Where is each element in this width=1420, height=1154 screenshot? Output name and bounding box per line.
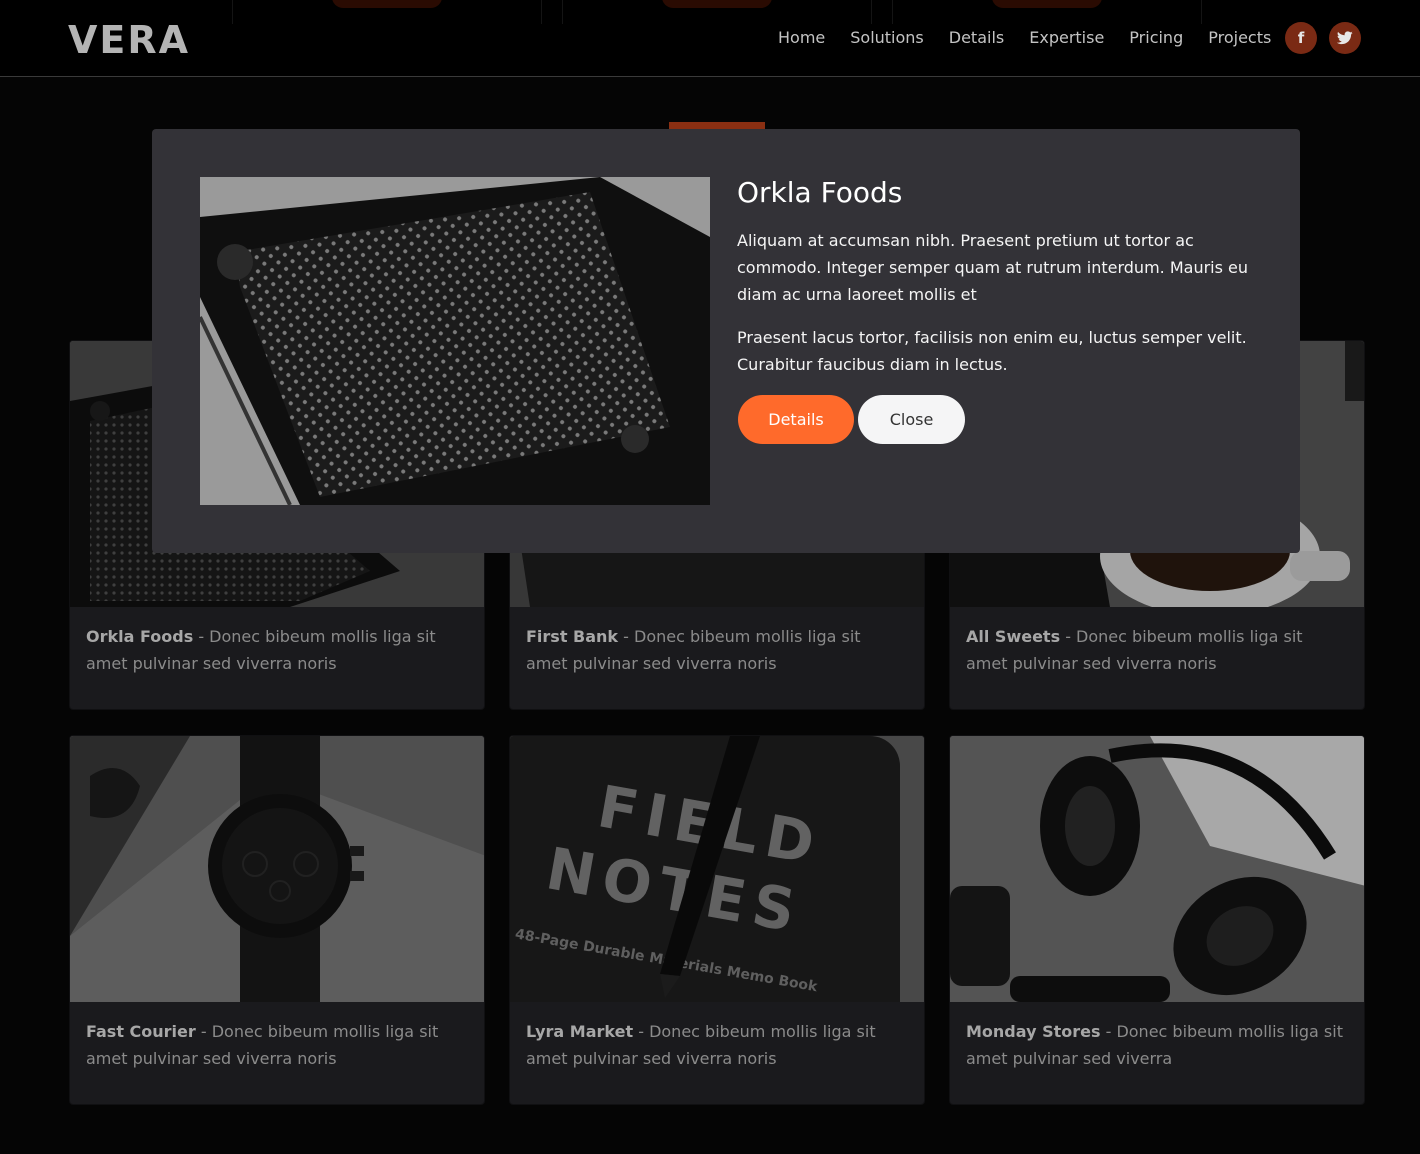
nav-link-solutions[interactable]: Solutions (850, 24, 924, 52)
nav-background-panel (562, 0, 872, 24)
twitter-bird-icon (1337, 31, 1353, 45)
nav-link-home[interactable]: Home (778, 24, 825, 52)
card-caption: Orkla Foods - Donec bibeum mollis liga s… (86, 623, 464, 677)
watch-photo (70, 736, 484, 1002)
main-navigation: Home Solutions Details Expertise Pricing… (778, 24, 1296, 52)
speaker-closeup-photo (200, 177, 710, 505)
project-image-notebook[interactable]: FIELD NOTES 48-Page Durable Materials Me… (510, 736, 924, 1002)
top-navbar: VERA Home Solutions Details Expertise Pr… (0, 0, 1420, 77)
modal-image-speaker (200, 177, 710, 505)
project-card[interactable]: Monday Stores - Donec bibeum mollis liga… (949, 735, 1365, 1105)
card-caption: First Bank - Donec bibeum mollis liga si… (526, 623, 904, 677)
card-title[interactable]: Fast Courier (86, 1022, 196, 1041)
nav-link-pricing[interactable]: Pricing (1129, 24, 1183, 52)
modal-paragraph-1: Aliquam at accumsan nibh. Praesent preti… (737, 231, 1249, 304)
project-image-headphones[interactable] (950, 736, 1364, 1002)
facebook-icon[interactable]: f (1285, 22, 1317, 54)
card-title[interactable]: All Sweets (966, 627, 1060, 646)
card-caption: Lyra Market - Donec bibeum mollis liga s… (526, 1018, 904, 1072)
modal-paragraph-2: Praesent lacus tortor, facilisis non eni… (737, 328, 1247, 374)
modal-title: Orkla Foods (737, 176, 903, 209)
project-detail-modal: Orkla Foods Aliquam at accumsan nibh. Pr… (152, 129, 1300, 553)
facebook-glyph: f (1297, 29, 1305, 47)
close-button[interactable]: Close (858, 395, 965, 444)
headphones-photo (950, 736, 1364, 1002)
project-card[interactable]: Fast Courier - Donec bibeum mollis liga … (69, 735, 485, 1105)
notebook-photo: FIELD NOTES 48-Page Durable Materials Me… (510, 736, 924, 1002)
card-title[interactable]: Lyra Market (526, 1022, 633, 1041)
card-title[interactable]: Monday Stores (966, 1022, 1101, 1041)
site-logo[interactable]: VERA (68, 18, 190, 62)
nav-link-details[interactable]: Details (949, 24, 1004, 52)
card-title[interactable]: Orkla Foods (86, 627, 193, 646)
nav-background-pill (992, 0, 1102, 8)
nav-background-panel (232, 0, 542, 24)
twitter-icon[interactable] (1329, 22, 1361, 54)
project-image-watch[interactable] (70, 736, 484, 1002)
nav-link-projects[interactable]: Projects (1208, 24, 1271, 52)
card-title[interactable]: First Bank (526, 627, 618, 646)
nav-background-pill (332, 0, 442, 8)
nav-background-panel (892, 0, 1202, 24)
card-caption: Fast Courier - Donec bibeum mollis liga … (86, 1018, 464, 1072)
card-caption: All Sweets - Donec bibeum mollis liga si… (966, 623, 1344, 677)
nav-link-expertise[interactable]: Expertise (1029, 24, 1104, 52)
card-caption: Monday Stores - Donec bibeum mollis liga… (966, 1018, 1344, 1072)
details-button[interactable]: Details (738, 395, 854, 444)
nav-background-pill (662, 0, 772, 8)
project-card[interactable]: FIELD NOTES 48-Page Durable Materials Me… (509, 735, 925, 1105)
